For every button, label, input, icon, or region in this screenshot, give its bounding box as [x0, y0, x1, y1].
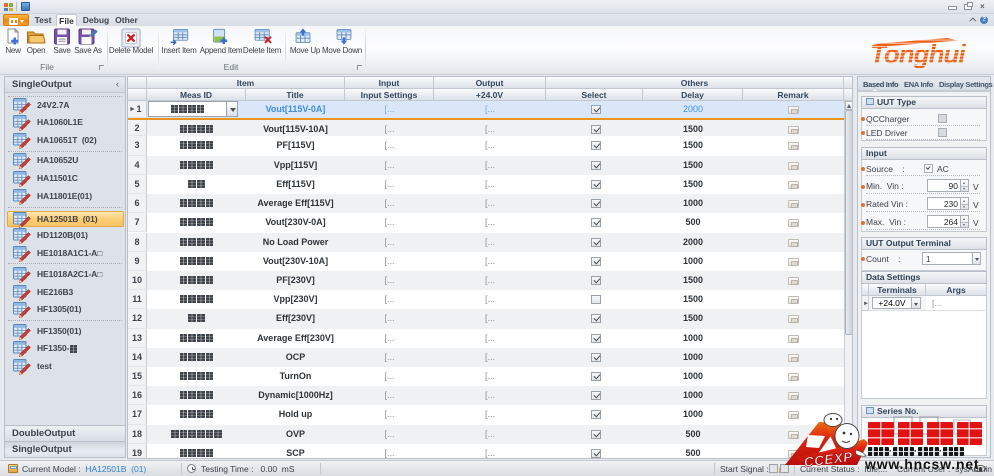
svg-text:Tonghui: Tonghui [870, 39, 966, 68]
